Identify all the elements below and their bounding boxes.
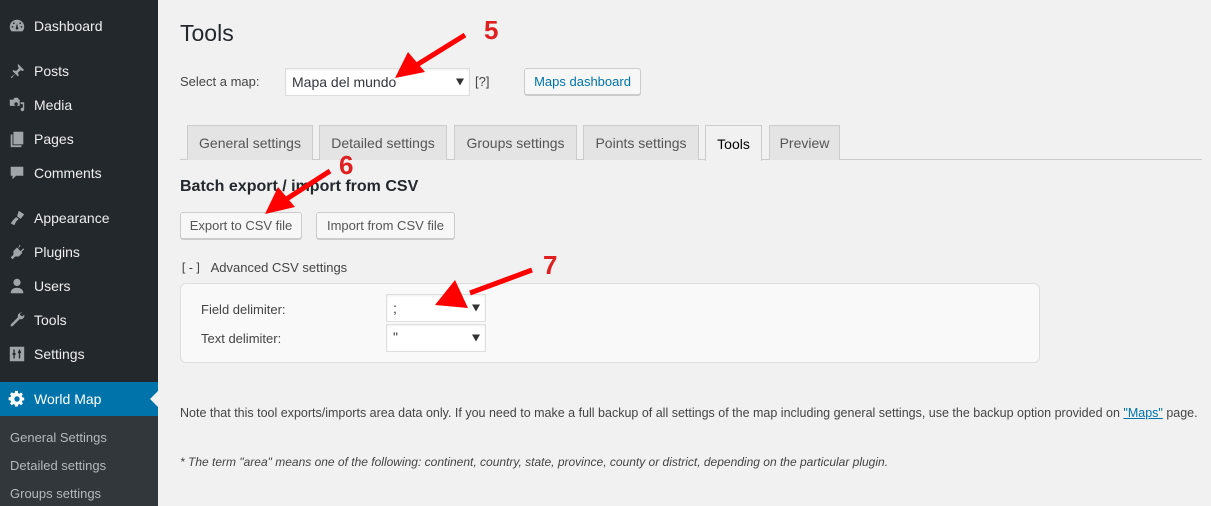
step-7-label: 7: [543, 250, 558, 280]
step-6-label: 6: [339, 150, 354, 180]
arrow-7: [469, 267, 533, 296]
step-5-label: 5: [484, 15, 499, 45]
arrow-5: [413, 32, 467, 69]
tab-tools[interactable]: Tools: [705, 125, 762, 161]
arrow-7-head: [435, 280, 468, 308]
arrow-6-head: [265, 187, 295, 214]
arrow-6: [283, 168, 332, 203]
annotation-arrows: [265, 32, 533, 308]
